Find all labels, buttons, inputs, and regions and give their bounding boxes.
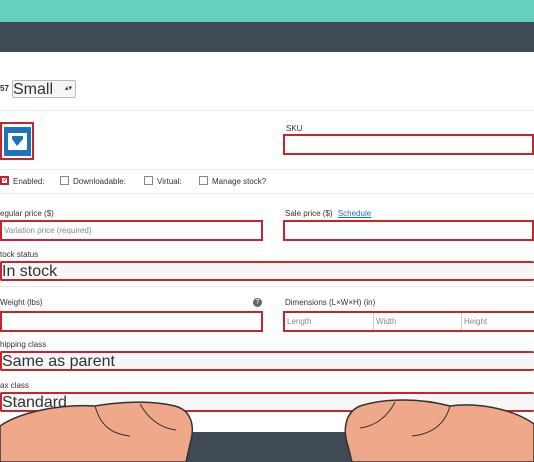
width-input[interactable]: Width — [374, 313, 462, 330]
width-placeholder: Width — [376, 317, 397, 326]
screen: 57 Small ▴▾ SKU ✓ Enabled: Downloadable:… — [0, 52, 534, 432]
sale-price-label-text: Sale price ($) — [285, 209, 333, 218]
shipping-class-select[interactable]: Same as parent — [0, 351, 534, 371]
monitor-bezel-top — [0, 22, 534, 52]
shipping-class-value: Same as parent — [2, 353, 115, 370]
sale-price-input[interactable] — [283, 220, 534, 241]
height-input[interactable]: Height — [462, 313, 534, 330]
divider — [0, 169, 534, 170]
dimensions-group: Length Width Height — [283, 311, 534, 332]
regular-price-input[interactable]: Variation price (required) — [0, 220, 263, 241]
manage-stock-checkbox[interactable] — [199, 176, 208, 185]
height-placeholder: Height — [464, 317, 488, 326]
hands-illustration — [0, 399, 534, 462]
variation-size-value: Small — [13, 81, 54, 98]
weight-label: Weight (lbs) — [0, 298, 43, 307]
variation-size-select[interactable]: Small ▴▾ — [12, 80, 76, 98]
schedule-link[interactable]: Schedule — [338, 209, 371, 218]
checkmark-icon: ✓ — [2, 174, 10, 184]
divider — [0, 110, 534, 111]
help-icon[interactable]: ? — [253, 298, 262, 307]
top-background — [0, 0, 534, 22]
shipping-class-label: hipping class — [0, 340, 47, 349]
weight-input[interactable] — [0, 311, 263, 332]
regular-price-label: egular price ($) — [0, 209, 54, 218]
divider — [0, 193, 534, 194]
stock-status-value: In stock — [2, 263, 58, 280]
chevron-updown-icon: ▴▾ — [64, 85, 72, 92]
sale-price-label: Sale price ($) Schedule — [285, 209, 371, 218]
virtual-label: Virtual: — [157, 177, 182, 186]
sku-input[interactable] — [283, 134, 534, 155]
divider — [0, 286, 534, 287]
variation-image-button[interactable] — [0, 122, 34, 160]
image-icon — [4, 127, 31, 156]
stock-status-label: tock status — [0, 250, 39, 259]
enabled-checkbox[interactable]: ✓ — [0, 174, 10, 185]
regular-price-placeholder: Variation price (required) — [4, 226, 92, 235]
variation-id: 57 — [0, 84, 9, 93]
length-placeholder: Length — [287, 317, 312, 326]
length-input[interactable]: Length — [285, 313, 374, 330]
sku-label: SKU — [286, 124, 303, 133]
stock-status-select[interactable]: In stock — [0, 261, 534, 281]
downloadable-label: Downloadable: — [73, 177, 126, 186]
manage-stock-label: Manage stock? — [212, 177, 267, 186]
dimensions-label: Dimensions (L×W×H) (in) — [285, 298, 376, 307]
virtual-checkbox[interactable] — [144, 176, 153, 185]
enabled-label: Enabled: — [13, 177, 45, 186]
downloadable-checkbox[interactable] — [60, 176, 69, 185]
